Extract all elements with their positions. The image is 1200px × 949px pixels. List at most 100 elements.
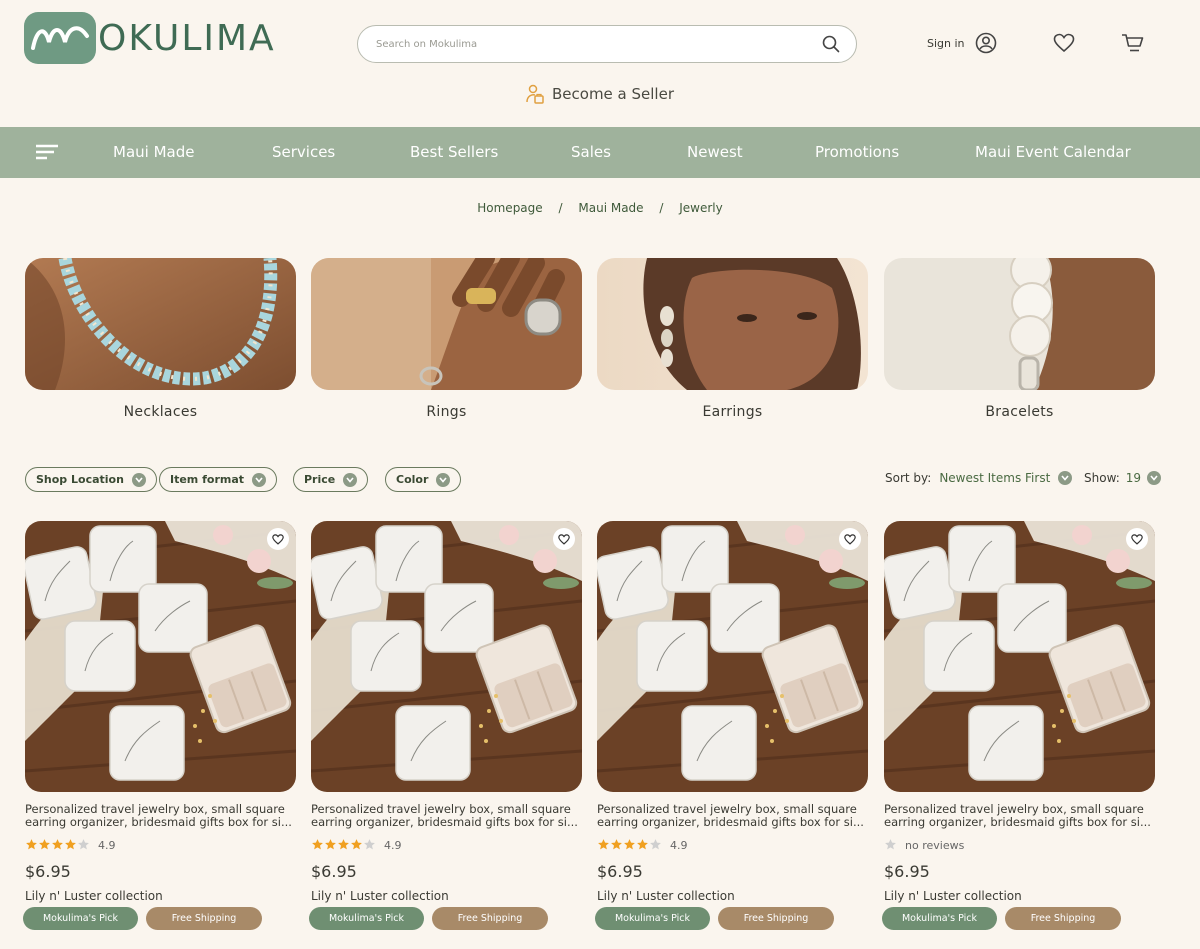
mokulima-pick-badge[interactable]: Mokulima's Pick [595,907,710,930]
favorite-heart-icon[interactable] [839,528,861,550]
search-input[interactable] [376,38,822,50]
show-label: Show: [1084,471,1120,485]
search-icon[interactable] [822,35,840,53]
nav-item-maui-made[interactable]: Maui Made [113,143,194,161]
nav-item-newest[interactable]: Newest [687,143,743,161]
user-icon [975,32,997,54]
show-count-value: 19 [1125,471,1142,485]
star-icon [51,838,64,854]
product-card[interactable]: Personalized travel jewelry box, small s… [882,521,1155,930]
free-shipping-badge[interactable]: Free Shipping [1005,907,1121,930]
free-shipping-badge[interactable]: Free Shipping [432,907,548,930]
free-shipping-badge[interactable]: Free Shipping [146,907,262,930]
seller-icon [526,84,544,104]
product-title[interactable]: Personalized travel jewelry box, small s… [597,803,868,829]
product-title[interactable]: Personalized travel jewelry box, small s… [311,803,582,829]
rating-text: no reviews [905,839,965,852]
product-title[interactable]: Personalized travel jewelry box, small s… [884,803,1155,829]
favorite-heart-icon[interactable] [267,528,289,550]
show-count-control: Show: 19 [1084,471,1162,485]
chevron-down-icon [131,472,146,487]
free-shipping-badge[interactable]: Free Shipping [718,907,834,930]
product-price: $6.95 [311,862,357,881]
star-icon [311,838,324,854]
sign-in-label: Sign in [927,36,965,50]
star-icon [25,838,38,854]
product-image[interactable] [25,521,296,792]
product-badges: Mokulima's Pick Free Shipping [882,907,1121,930]
category-necklaces[interactable]: Necklaces [25,258,296,420]
rating-stars [597,838,662,854]
sort-dropdown[interactable]: Newest Items First [939,471,1073,485]
favorite-heart-icon[interactable] [1126,528,1148,550]
category-bracelets-image [884,258,1155,390]
product-card[interactable]: Personalized travel jewelry box, small s… [23,521,296,930]
logo-text: OKULIMA [98,17,276,59]
star-icon [38,838,51,854]
filter-label: Price [304,473,336,486]
cart-icon[interactable] [1121,33,1145,53]
nav-item-maui-event-calendar[interactable]: Maui Event Calendar [975,143,1131,161]
show-count-dropdown[interactable]: 19 [1125,471,1162,485]
filter-price[interactable]: Price [293,467,369,492]
category-label: Rings [426,404,467,420]
star-icon [363,838,376,854]
breadcrumb-current[interactable]: Jewerly [679,201,723,215]
breadcrumb-homepage[interactable]: Homepage [477,201,542,215]
logo-m-mark [31,26,89,50]
product-rating: 4.9 [311,838,582,854]
category-bracelets[interactable]: Bracelets [884,258,1155,420]
become-seller-link[interactable]: Become a Seller [0,84,1200,104]
mokulima-pick-badge[interactable]: Mokulima's Pick [309,907,424,930]
star-icon [64,838,77,854]
product-card[interactable]: Personalized travel jewelry box, small s… [309,521,582,930]
sort-value: Newest Items First [939,471,1051,485]
product-title[interactable]: Personalized travel jewelry box, small s… [25,803,296,829]
filter-color[interactable]: Color [385,467,462,492]
category-label: Necklaces [123,404,198,420]
rating-text: 4.9 [98,839,116,852]
wishlist-heart-icon[interactable] [1053,33,1075,53]
nav-item-promotions[interactable]: Promotions [815,143,899,161]
filter-shop-location[interactable]: Shop Location [25,467,157,492]
nav-item-best-sellers[interactable]: Best Sellers [410,143,498,161]
category-rings[interactable]: Rings [311,258,582,420]
star-icon [350,838,363,854]
category-earrings-image [597,258,868,390]
product-seller[interactable]: Lily n' Luster collection [884,889,1155,903]
favorite-heart-icon[interactable] [553,528,575,550]
category-rings-image [311,258,582,390]
product-badges: Mokulima's Pick Free Shipping [309,907,548,930]
filter-item-format[interactable]: Item format [159,467,278,492]
rating-text: 4.9 [384,839,402,852]
search-bar[interactable] [357,25,857,63]
breadcrumb-maui-made[interactable]: Maui Made [578,201,643,215]
mokulima-pick-badge[interactable]: Mokulima's Pick [23,907,138,930]
nav-item-services[interactable]: Services [272,143,335,161]
category-earrings[interactable]: Earrings [597,258,868,420]
product-seller[interactable]: Lily n' Luster collection [597,889,868,903]
filter-label: Color [396,473,429,486]
rating-stars [311,838,376,854]
nav-item-sales[interactable]: Sales [571,143,611,161]
rating-stars [25,838,90,854]
sign-in-button[interactable]: Sign in [927,32,1007,54]
breadcrumb-separator: / [558,201,563,215]
logo-badge [24,12,96,64]
menu-icon[interactable] [36,144,58,160]
product-image[interactable] [311,521,582,792]
product-image[interactable] [597,521,868,792]
product-price: $6.95 [25,862,71,881]
chevron-down-icon [1147,471,1162,485]
product-seller[interactable]: Lily n' Luster collection [25,889,296,903]
chevron-down-icon [436,472,451,487]
product-card[interactable]: Personalized travel jewelry box, small s… [595,521,868,930]
product-badges: Mokulima's Pick Free Shipping [595,907,834,930]
logo[interactable]: OKULIMA [24,12,276,64]
mokulima-pick-badge[interactable]: Mokulima's Pick [882,907,997,930]
breadcrumb: Homepage / Maui Made / Jewerly [0,201,1200,215]
product-image[interactable] [884,521,1155,792]
sort-label: Sort by: [885,471,932,485]
product-seller[interactable]: Lily n' Luster collection [311,889,582,903]
sort-control: Sort by: Newest Items First [885,471,1073,485]
